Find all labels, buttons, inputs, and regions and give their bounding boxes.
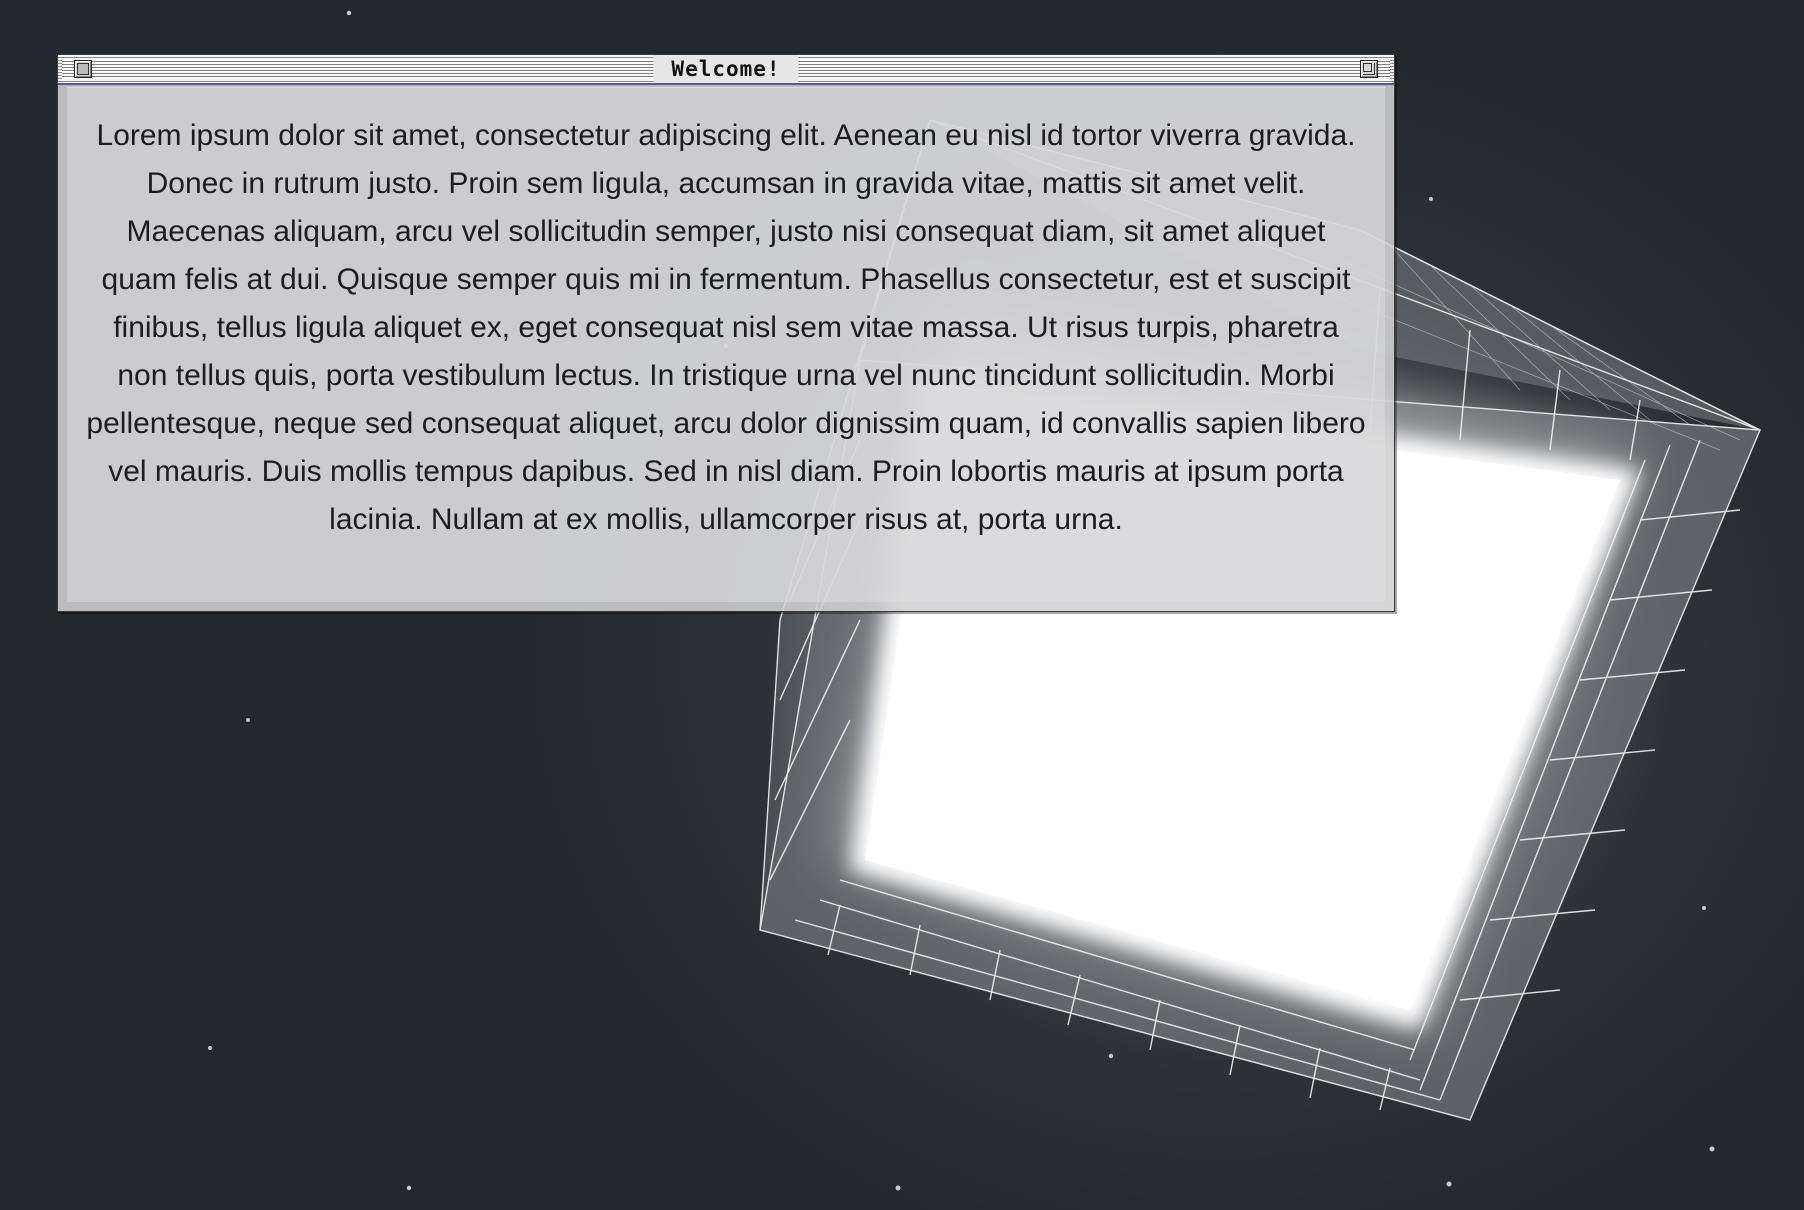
window-content: Lorem ipsum dolor sit amet, consectetur … [67,87,1385,602]
window-title: Welcome! [653,55,799,83]
window-titlebar[interactable]: Welcome! [58,55,1394,85]
zoom-box-icon[interactable] [1360,60,1378,78]
close-box-icon[interactable] [74,60,92,78]
welcome-window: Welcome! Lorem ipsum dolor sit amet, con… [57,54,1395,612]
welcome-paragraph: Lorem ipsum dolor sit amet, consectetur … [86,119,1366,536]
